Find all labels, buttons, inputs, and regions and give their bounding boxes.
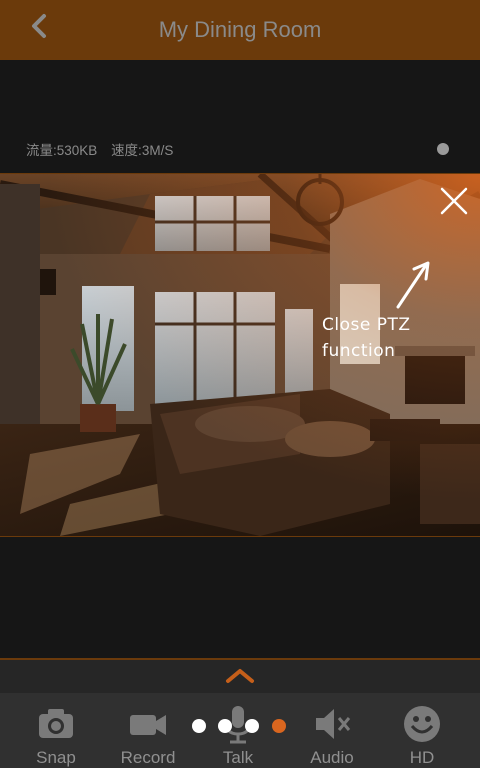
annotation-arrow-icon [396,261,430,309]
record-button[interactable]: Record [103,700,193,768]
page-dot[interactable] [218,719,232,733]
expand-toolbar-button[interactable] [222,663,258,687]
page-dot[interactable] [245,719,259,733]
speaker-mute-icon [316,709,351,739]
chevron-up-icon [226,669,254,683]
header-bar: My Dining Room [0,0,480,60]
page-dot-active[interactable] [272,719,286,733]
record-label: Record [120,748,176,767]
snap-label: Snap [36,748,76,767]
hd-label: HD [409,748,435,767]
video-camera-icon [130,715,166,735]
close-ptz-button[interactable] [436,183,472,219]
hd-button[interactable]: HD [377,700,467,768]
snap-button[interactable]: Snap [11,700,101,768]
ptz-hint-text: Close PTZ function [322,312,411,364]
ptz-hint-line1: Close PTZ [322,315,411,335]
camera-icon [39,709,73,738]
traffic-readout: 流量:530KB [26,143,98,158]
talk-label: Talk [222,748,254,767]
stream-stats: 流量:530KB 速度:3M/S [26,143,183,159]
page-indicator [186,717,296,737]
close-icon [440,187,468,215]
ptz-hint-line2: function [322,341,396,361]
status-indicator-dot [437,143,449,155]
speed-readout: 速度:3M/S [111,143,174,158]
smiley-icon [404,706,440,742]
page-title: My Dining Room [158,17,322,42]
page-dot[interactable] [192,719,206,733]
audio-label: Audio [310,748,354,767]
audio-button[interactable]: Audio [287,700,377,768]
